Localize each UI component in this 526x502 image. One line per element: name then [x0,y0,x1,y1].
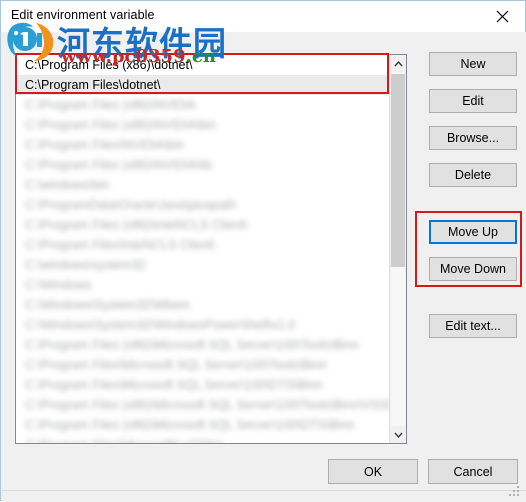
chevron-up-icon [393,60,403,67]
list-item[interactable]: C:\Program Files (x86)\NVIDIA\lib [16,155,390,175]
title-bar: Edit environment variable [1,1,525,32]
list-item[interactable]: C:\Program Files\Microsoft\Lv27\bin [16,435,390,443]
scroll-up-button[interactable] [390,55,406,72]
move-up-button[interactable]: Move Up [429,220,517,244]
dialog-body: C:\Program Files (x86)\dotnet\ C:\Program… [2,32,526,490]
list-item[interactable]: C:\Program Files\dotnet\ [16,75,390,95]
list-item[interactable]: C:\ProgramData\Oracle\Java\javapath [16,195,390,215]
edit-text-button[interactable]: Edit text... [429,314,517,338]
list-item[interactable]: C:\Program Files\Intel\iCLS Client\ [16,235,390,255]
list-item[interactable]: C:\Program Files (x86)\dotnet\ [16,55,390,75]
dialog-footer [2,490,526,502]
cancel-button[interactable]: Cancel [428,459,518,484]
list-item[interactable]: C:\windows\system32 [16,255,390,275]
chevron-down-icon [393,432,403,438]
edit-environment-variable-dialog: Edit environment variable C:\Program Fil… [0,0,526,502]
scroll-down-button[interactable] [390,426,406,443]
vertical-scrollbar[interactable] [389,55,406,443]
list-item[interactable]: C:\Program Files\Microsoft SQL Server\10… [16,355,390,375]
window-title: Edit environment variable [11,8,155,22]
list-item[interactable]: C:\Program Files (x86)\Microsoft SQL Ser… [16,415,390,435]
list-item[interactable]: C:\Program Files\NVIDIA\bin [16,135,390,155]
move-down-button[interactable]: Move Down [429,257,517,281]
path-list-rows: C:\Program Files (x86)\dotnet\ C:\Program… [16,55,390,443]
list-item[interactable]: C:\Windows\System32\Wbem [16,295,390,315]
edit-button[interactable]: Edit [429,89,517,113]
list-item[interactable]: C:\Program Files (x86)\Microsoft SQL Ser… [16,395,390,415]
list-item[interactable]: C:\Program Files (x86)\NVIDIA [16,95,390,115]
resize-grip[interactable] [509,485,521,497]
list-item[interactable]: C:\windows\bin [16,175,390,195]
ok-button[interactable]: OK [328,459,418,484]
list-item[interactable]: C:\Program Files\Microsoft SQL Server\10… [16,375,390,395]
close-x-icon [496,10,509,23]
new-button[interactable]: New [429,52,517,76]
list-item[interactable]: C:\Windows\System32\WindowsPowerShell\v1… [16,315,390,335]
list-item[interactable]: C:\Program Files (x86)\NVIDIA\bin [16,115,390,135]
delete-button[interactable]: Delete [429,163,517,187]
close-button[interactable] [480,1,525,31]
list-item[interactable]: C:\Program Files (x86)\Intel\iCLS Client… [16,215,390,235]
list-item[interactable]: C:\Program Files (x86)\Microsoft SQL Ser… [16,335,390,355]
scrollbar-thumb[interactable] [391,74,405,267]
list-item[interactable]: C:\Windows [16,275,390,295]
path-list-box[interactable]: C:\Program Files (x86)\dotnet\ C:\Program… [15,54,407,444]
browse-button[interactable]: Browse... [429,126,517,150]
